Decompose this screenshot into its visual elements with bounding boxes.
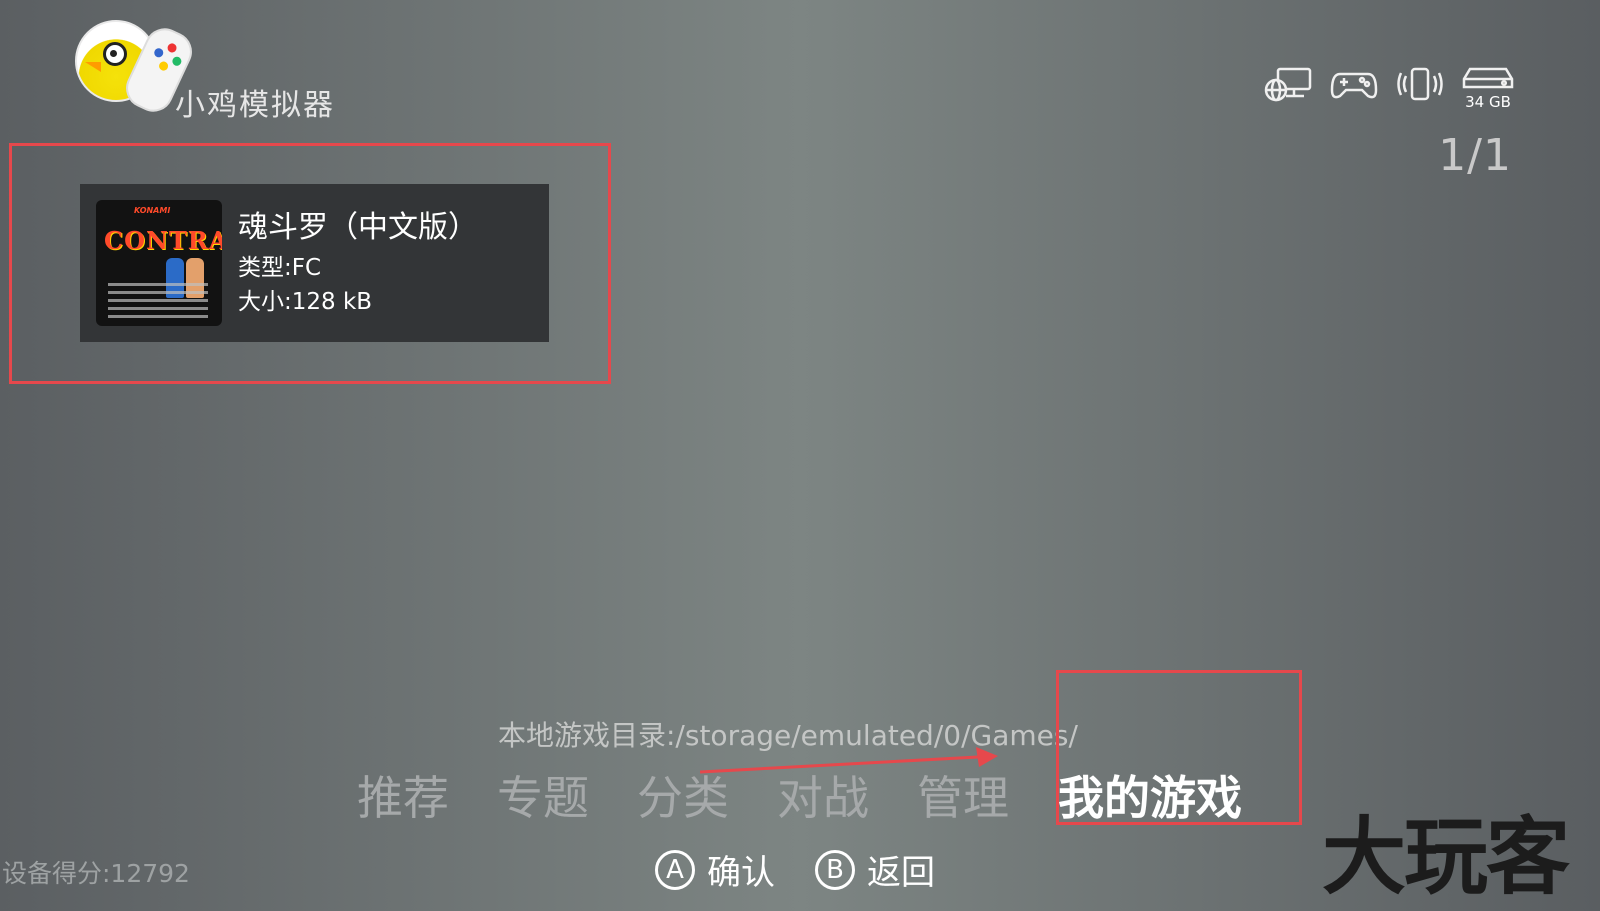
confirm-label: 确认	[707, 853, 775, 893]
cover-menu-lines	[108, 278, 208, 323]
watermark-logo: 大玩客	[1322, 807, 1570, 906]
status-bar: 34 GB	[1264, 66, 1514, 116]
network-display-icon	[1264, 66, 1312, 102]
game-type: 类型:FC	[238, 255, 322, 281]
app-title: 小鸡模拟器	[175, 88, 335, 123]
gamepad-icon	[1330, 66, 1378, 102]
cover-title: CONTRA	[104, 226, 222, 255]
annotation-arrow-icon	[700, 747, 998, 774]
tab-topics[interactable]: 专题	[497, 762, 589, 828]
a-button-icon: A	[655, 849, 695, 890]
page-indicator: 1/1	[1438, 130, 1512, 181]
cover-brand: KONAMI	[134, 206, 171, 215]
b-button-icon: B	[815, 849, 855, 890]
storage-drive-icon	[1462, 67, 1514, 89]
annotation-highlight-box	[1056, 670, 1302, 825]
controller-hints: A 确认 B 返回	[655, 845, 963, 894]
back-label: 返回	[867, 853, 935, 893]
chick-beak	[85, 62, 101, 72]
phone-vibrate-icon	[1396, 66, 1444, 102]
device-score: 设备得分:12792	[2, 859, 190, 888]
game-size: 大小:128 kB	[238, 289, 373, 315]
storage-size: 34 GB	[1465, 93, 1511, 111]
storage-indicator: 34 GB	[1462, 66, 1514, 111]
game-card[interactable]: KONAMI CONTRA 魂斗罗（中文版） 类型:FC 大小:128 kB	[80, 184, 549, 342]
tab-recommend[interactable]: 推荐	[357, 762, 449, 828]
game-cover-image: KONAMI CONTRA	[96, 200, 222, 326]
app-logo: 小鸡模拟器	[75, 20, 375, 123]
chick-pupil	[110, 50, 117, 57]
game-title: 魂斗罗（中文版）	[238, 210, 478, 245]
